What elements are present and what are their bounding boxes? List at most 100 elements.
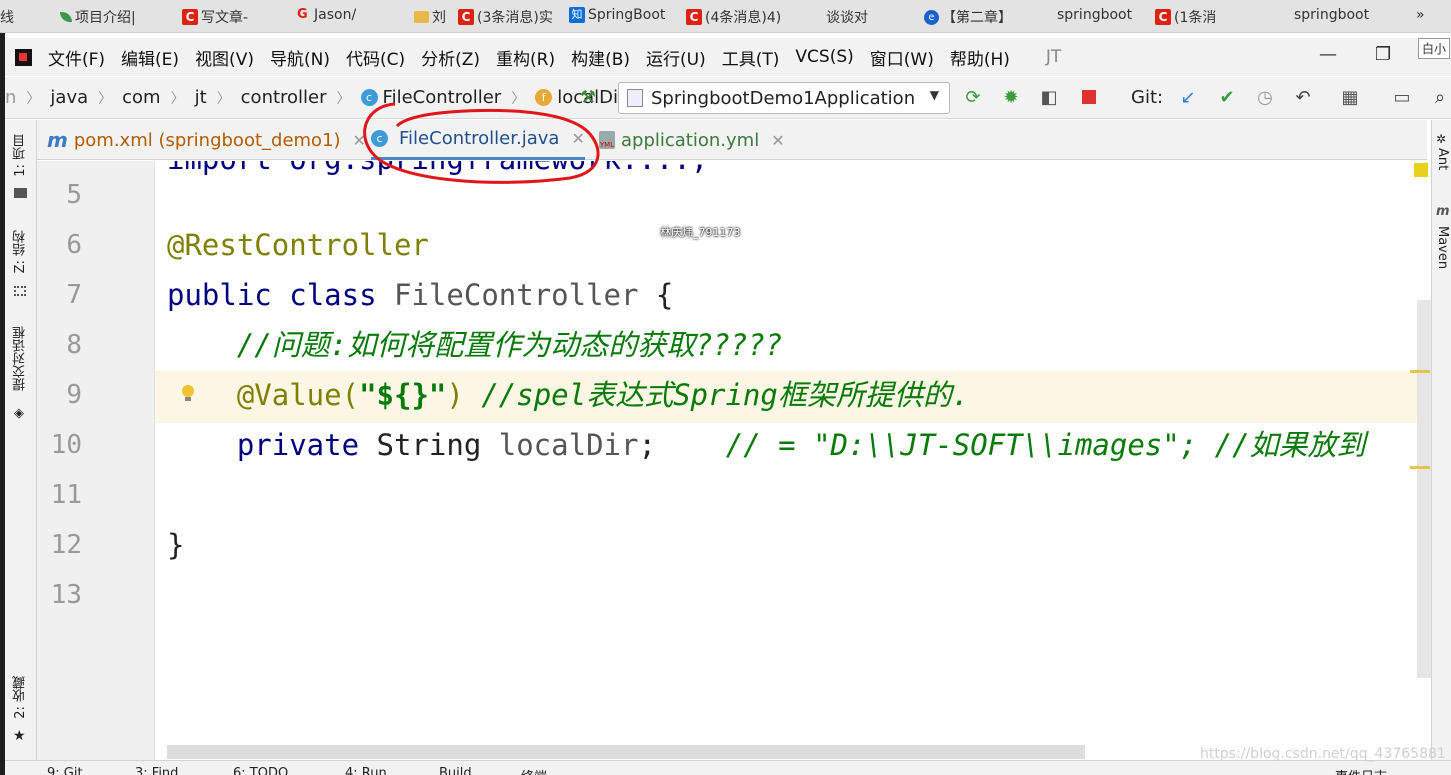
rerun-icon[interactable]: ⟳ <box>962 86 984 108</box>
bookmark-item[interactable]: 项目介绍| <box>60 7 136 27</box>
tool-terminal[interactable]: 终端 <box>521 766 547 775</box>
scroll-mark <box>1410 466 1430 469</box>
gitee-icon: G <box>297 7 308 22</box>
tool-commit[interactable]: 提交对话框 <box>11 326 30 391</box>
menu-view[interactable]: 视图(V) <box>187 45 262 70</box>
menu-code[interactable]: 代码(C) <box>338 45 413 70</box>
menu-build[interactable]: 构建(B) <box>563 45 638 70</box>
breadcrumb-com[interactable]: com <box>118 87 164 108</box>
layout-icon[interactable]: ▭ <box>1391 86 1413 108</box>
line-number: 6 <box>66 230 82 260</box>
scroll-mark <box>1410 370 1430 373</box>
tool-git[interactable]: 9: Git <box>47 766 83 775</box>
bookmarks-overflow-button[interactable]: » <box>1416 7 1425 23</box>
type-token: String <box>376 428 482 462</box>
inspection-status-marker[interactable] <box>1414 163 1428 177</box>
vertical-scrollbar[interactable] <box>1417 300 1431 678</box>
code-editor[interactable]: import org.springframework....; @RestCon… <box>155 161 1417 760</box>
bookmark-item[interactable]: e 【第二章】 <box>924 7 1012 27</box>
bookmark-item[interactable]: C (1条消 <box>1155 7 1216 27</box>
watermark-label: 林庆炜_791173 <box>660 226 741 239</box>
horizontal-scrollbar[interactable] <box>167 745 1085 759</box>
structure-icon <box>14 286 26 296</box>
annotation-token: @RestController <box>167 228 429 262</box>
tool-maven[interactable]: Maven <box>1435 226 1450 269</box>
git-update-icon[interactable]: ↙ <box>1177 86 1199 108</box>
tool-label: Z: 结构 <box>13 230 28 274</box>
bookmark-item[interactable]: G Jason/ <box>297 7 356 23</box>
navigation-bar: n 〉 java 〉 com 〉 jt 〉 controller 〉 c File… <box>5 77 1451 119</box>
edge-icon: e <box>924 9 939 25</box>
debug-bug-icon[interactable]: ✹ <box>1000 86 1022 108</box>
bookmark-label: 写文章- <box>201 10 249 26</box>
run-configuration-dropdown[interactable]: SpringbootDemo1Application ▼ <box>618 82 950 114</box>
tool-ant[interactable]: Ant <box>1435 148 1450 170</box>
restore-button[interactable]: ❐ <box>1375 44 1391 65</box>
close-icon[interactable]: ✕ <box>771 131 784 150</box>
run-with-coverage-icon[interactable]: ◧ <box>1038 86 1060 108</box>
tool-structure[interactable]: Z: 结构 <box>11 230 30 273</box>
menu-tools[interactable]: 工具(T) <box>714 45 788 70</box>
menu-help[interactable]: 帮助(H) <box>942 45 1018 70</box>
tool-project[interactable]: 1: 项目 <box>11 134 30 177</box>
bookmark-label: 刘 <box>432 10 446 26</box>
tab-application-yml[interactable]: YML application.yml ✕ <box>599 120 785 160</box>
breadcrumb-java[interactable]: java <box>46 87 92 108</box>
zhihu-icon: 知 <box>569 7 585 23</box>
menu-navigate[interactable]: 导航(N) <box>262 45 338 70</box>
comment-token: //问题:如何将配置作为动态的获取????? <box>236 328 783 362</box>
tool-run[interactable]: 4: Run <box>345 766 387 775</box>
tab-pom-xml[interactable]: m pom.xml (springboot_demo1) ✕ <box>47 120 366 160</box>
bookmark-item[interactable]: C 写文章- <box>182 7 248 27</box>
bookmark-item[interactable]: 线 <box>0 7 14 27</box>
maven-icon: m <box>1436 204 1450 219</box>
chevron-right-icon: 〉 <box>336 90 351 107</box>
bookmark-item[interactable]: springboot <box>1057 7 1132 23</box>
rollback-icon[interactable]: ↶ <box>1292 86 1314 108</box>
menu-window[interactable]: 窗口(W) <box>862 45 942 70</box>
menu-analyze[interactable]: 分析(Z) <box>413 45 488 70</box>
bookmark-item[interactable]: C (4条消息)4) <box>686 7 781 27</box>
breadcrumb-jt[interactable]: jt <box>191 87 211 108</box>
maven-icon: m <box>47 128 68 152</box>
bookmark-label: (1条消 <box>1174 10 1217 26</box>
event-log[interactable]: 事件日志 <box>1335 766 1387 775</box>
csdn-watermark: https://blog.csdn.net/qq_43765881 <box>1200 746 1446 762</box>
menu-vcs[interactable]: VCS(S) <box>787 47 861 67</box>
code-line-9: @Value("${}") //spel表达式Spring框架所提供的. <box>167 375 969 415</box>
tool-build[interactable]: Build <box>439 766 472 775</box>
intellij-app-icon[interactable] <box>15 48 32 66</box>
tool-todo[interactable]: 6: TODO <box>233 766 288 775</box>
tool-window-bar: 9: Git 3: Find 6: TODO 4: Run Build 终端 事… <box>5 760 1451 775</box>
chevron-right-icon: 〉 <box>216 90 231 107</box>
git-commit-check-icon[interactable]: ✔ <box>1216 86 1238 108</box>
keyword-token: public <box>167 278 272 312</box>
bookmark-item[interactable]: 刘 <box>414 7 446 27</box>
bookmark-item[interactable]: C (3条消息)实 <box>458 7 553 27</box>
menu-refactor[interactable]: 重构(R) <box>488 45 563 70</box>
line-number: 13 <box>50 580 82 610</box>
side-window-snippet: 白小 <box>1418 38 1451 59</box>
code-line-7: public class FileController { <box>167 275 673 315</box>
history-clock-icon[interactable]: ◷ <box>1254 86 1276 108</box>
comment-token: // = "D:\\JT-SOFT\\images"; //如果放到 <box>725 428 1366 462</box>
breadcrumb-controller[interactable]: controller <box>237 87 331 108</box>
bookmark-item[interactable]: springboot <box>1294 7 1369 23</box>
search-icon[interactable]: ⌕ <box>1429 86 1451 108</box>
tool-favorites[interactable]: 2: 收藏 <box>11 676 30 719</box>
menu-file[interactable]: 文件(F) <box>40 45 113 70</box>
project-structure-icon[interactable]: ▦ <box>1339 86 1361 108</box>
line-number: 9 <box>66 380 82 410</box>
minimize-button[interactable]: — <box>1319 44 1337 65</box>
bookmark-label: (4条消息)4) <box>705 10 782 26</box>
chevron-right-icon: 〉 <box>26 90 41 107</box>
line-number: 11 <box>50 480 82 510</box>
run-configuration-label: SpringbootDemo1Application <box>651 87 916 109</box>
bookmark-item[interactable]: 谈谈对 <box>826 7 868 27</box>
bookmark-item[interactable]: 知 SpringBoot <box>569 7 665 23</box>
stop-icon[interactable] <box>1078 86 1100 108</box>
tool-find[interactable]: 3: Find <box>135 766 178 775</box>
menu-edit[interactable]: 编辑(E) <box>113 45 187 70</box>
menu-run[interactable]: 运行(U) <box>638 45 714 70</box>
application-icon <box>627 89 643 107</box>
